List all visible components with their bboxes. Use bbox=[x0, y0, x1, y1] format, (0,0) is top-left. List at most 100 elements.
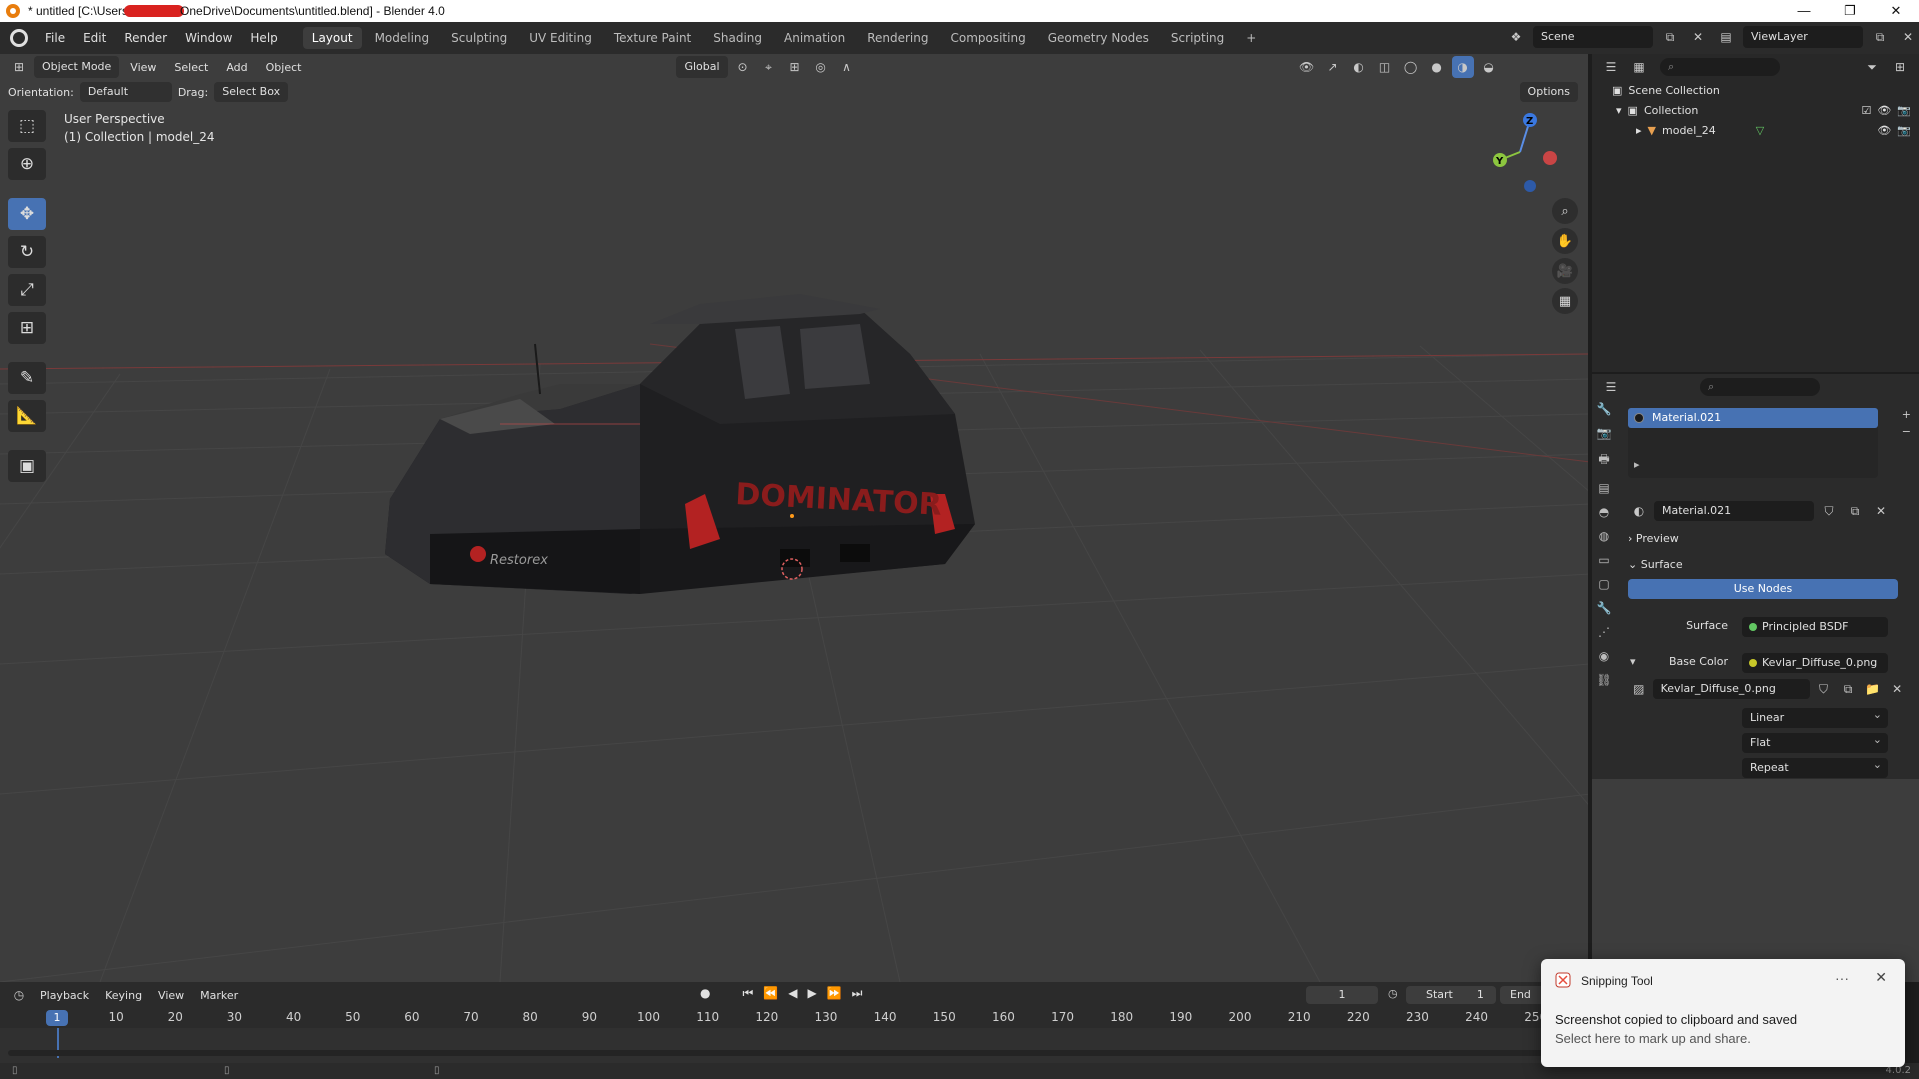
delete-viewlayer-icon[interactable]: ✕ bbox=[1897, 26, 1919, 48]
viewport-menu-object[interactable]: Object bbox=[259, 61, 309, 74]
overlay-toggle-icon[interactable]: ◐ bbox=[1348, 56, 1370, 78]
render-tab-icon[interactable]: 📷 bbox=[1597, 426, 1612, 440]
jump-end-icon[interactable]: ⏭ bbox=[852, 986, 863, 1001]
mesh-data-icon[interactable]: ▽ bbox=[1756, 124, 1764, 137]
outliner-row-scene-collection[interactable]: ▣ Scene Collection bbox=[1592, 80, 1919, 100]
scene-selector[interactable]: Scene bbox=[1533, 26, 1653, 48]
expand-arrow-icon[interactable]: ▸ bbox=[1634, 458, 1640, 471]
snap-icon[interactable]: ⌖ bbox=[758, 56, 780, 78]
filter-icon[interactable]: ⏷ bbox=[1861, 56, 1883, 78]
cursor-tool-icon[interactable]: ⊕ bbox=[8, 148, 46, 180]
outliner-row-collection[interactable]: ▾ ▣ Collection ☑ 👁 📷 bbox=[1592, 100, 1919, 120]
perspective-toggle-icon[interactable]: ▦ bbox=[1552, 288, 1578, 314]
blender-logo-icon[interactable] bbox=[10, 29, 28, 47]
delete-scene-icon[interactable]: ✕ bbox=[1687, 26, 1709, 48]
timeline-menu-keying[interactable]: Keying bbox=[99, 989, 148, 1002]
tab-shading[interactable]: Shading bbox=[704, 27, 771, 49]
wireframe-shading-icon[interactable]: ◯ bbox=[1400, 56, 1422, 78]
browse-material-icon[interactable]: ◐ bbox=[1628, 500, 1650, 522]
current-frame-indicator[interactable]: 1 bbox=[46, 1010, 68, 1026]
jump-start-icon[interactable]: ⏮ bbox=[742, 986, 753, 1001]
material-name-field[interactable]: Material.021 bbox=[1654, 501, 1814, 521]
close-notification-icon[interactable]: ✕ bbox=[1875, 969, 1887, 986]
image-open-folder-icon[interactable]: 📁 bbox=[1862, 678, 1884, 700]
eye-icon[interactable]: 👁 bbox=[1877, 124, 1891, 137]
tool-tab-icon[interactable]: 🔧 bbox=[1597, 402, 1612, 416]
close-window-button[interactable]: ✕ bbox=[1873, 0, 1919, 22]
image-unlink-icon[interactable]: ✕ bbox=[1886, 678, 1908, 700]
world-tab-icon[interactable]: ◍ bbox=[1599, 529, 1609, 543]
fake-user-icon[interactable]: ⛉ bbox=[1818, 500, 1840, 522]
remove-slot-icon[interactable]: − bbox=[1902, 425, 1911, 438]
frame-ruler[interactable]: 1 10 20 30 40 50 60 70 80 90 100 110 120 130 140 150 16… bbox=[0, 1010, 1590, 1028]
viewport-menu-add[interactable]: Add bbox=[219, 61, 254, 74]
current-frame-field[interactable]: 1 bbox=[1306, 986, 1378, 1004]
rendered-shading-icon[interactable]: ◒ bbox=[1478, 56, 1500, 78]
proportional-edit-icon[interactable]: ◎ bbox=[810, 56, 832, 78]
visibility-icon[interactable]: 👁 bbox=[1296, 56, 1318, 78]
tab-uv-editing[interactable]: UV Editing bbox=[520, 27, 601, 49]
next-keyframe-icon[interactable]: ⏩ bbox=[827, 986, 842, 1001]
menu-file[interactable]: File bbox=[36, 22, 74, 54]
tab-layout[interactable]: Layout bbox=[302, 27, 362, 49]
pivot-point-icon[interactable]: ⊙ bbox=[732, 56, 754, 78]
object-tab-icon[interactable]: ▢ bbox=[1598, 577, 1609, 591]
outliner-row-model[interactable]: ▸ ▼ model_24 ▽ 👁 📷 bbox=[1592, 120, 1919, 140]
snipping-tool-notification[interactable]: Snipping Tool ··· ✕ Screenshot copied to… bbox=[1541, 959, 1905, 1067]
camera-icon[interactable]: 📷 bbox=[1897, 104, 1911, 117]
drag-selector[interactable]: Select Box bbox=[214, 82, 289, 102]
tab-texture-paint[interactable]: Texture Paint bbox=[605, 27, 700, 49]
collapse-arrow-icon[interactable]: ▾ bbox=[1616, 104, 1622, 117]
add-workspace-button[interactable]: + bbox=[1237, 27, 1265, 49]
new-collection-icon[interactable]: ⊞ bbox=[1889, 56, 1911, 78]
unlink-material-icon[interactable]: ✕ bbox=[1870, 500, 1892, 522]
xray-toggle-icon[interactable]: ◫ bbox=[1374, 56, 1396, 78]
editor-type-icon[interactable]: ⊞ bbox=[8, 56, 30, 78]
tab-geometry-nodes[interactable]: Geometry Nodes bbox=[1039, 27, 1158, 49]
outliner-search-input[interactable]: ⌕ bbox=[1660, 58, 1780, 76]
tab-rendering[interactable]: Rendering bbox=[858, 27, 937, 49]
duplicate-material-icon[interactable]: ⧉ bbox=[1844, 500, 1866, 522]
interpolation-dropdown[interactable]: Linear bbox=[1742, 705, 1888, 728]
display-mode-icon[interactable]: ▦ bbox=[1628, 56, 1650, 78]
particles-tab-icon[interactable]: ⋰ bbox=[1598, 625, 1610, 639]
viewport-menu-select[interactable]: Select bbox=[167, 61, 215, 74]
material-slot-item[interactable]: Material.021 bbox=[1628, 408, 1878, 428]
rotate-tool-icon[interactable]: ↻ bbox=[8, 236, 46, 268]
camera-view-icon[interactable]: 🎥 bbox=[1552, 258, 1578, 284]
menu-render[interactable]: Render bbox=[115, 22, 176, 54]
image-browse-icon[interactable]: ▨ bbox=[1628, 678, 1650, 700]
timeline-track-area[interactable] bbox=[0, 1028, 1590, 1063]
tab-animation[interactable]: Animation bbox=[775, 27, 854, 49]
eye-icon[interactable]: 👁 bbox=[1877, 104, 1891, 117]
outliner-editor-icon[interactable]: ☰ bbox=[1600, 56, 1622, 78]
play-reverse-icon[interactable]: ◀ bbox=[788, 986, 797, 1001]
mode-selector[interactable]: Object Mode bbox=[34, 56, 120, 78]
tab-scripting[interactable]: Scripting bbox=[1162, 27, 1233, 49]
image-name-field[interactable]: Kevlar_Diffuse_0.png bbox=[1652, 679, 1810, 699]
projection-dropdown[interactable]: Flat bbox=[1742, 730, 1888, 753]
preview-range-icon[interactable]: ◷ bbox=[1388, 987, 1398, 1000]
output-tab-icon[interactable]: 🖶 bbox=[1598, 450, 1609, 471]
viewlayer-icon[interactable]: ▤ bbox=[1715, 26, 1737, 48]
start-frame-field[interactable]: Start 1 bbox=[1406, 986, 1496, 1004]
new-scene-icon[interactable]: ⧉ bbox=[1659, 26, 1681, 48]
scene-icon[interactable]: ❖ bbox=[1505, 26, 1527, 48]
preview-panel-header[interactable]: › Preview bbox=[1628, 528, 1908, 550]
image-fake-user-icon[interactable]: ⛉ bbox=[1813, 678, 1835, 700]
timeline-menu-playback[interactable]: Playback bbox=[34, 989, 95, 1002]
material-preview-icon[interactable]: ◑ bbox=[1451, 56, 1474, 78]
collection-tab-icon[interactable]: ▭ bbox=[1598, 553, 1609, 567]
minimize-button[interactable]: — bbox=[1781, 0, 1827, 22]
move-tool-icon[interactable]: ✥ bbox=[8, 198, 46, 230]
falloff-icon[interactable]: ∧ bbox=[836, 56, 858, 78]
orientation-selector[interactable]: Default bbox=[79, 82, 172, 102]
extension-dropdown[interactable]: Repeat bbox=[1742, 755, 1888, 778]
surface-panel-header[interactable]: ⌄ Surface bbox=[1628, 554, 1908, 576]
material-slot-list[interactable]: Material.021 ▸ bbox=[1628, 408, 1878, 478]
play-icon[interactable]: ▶ bbox=[807, 986, 816, 1001]
scale-tool-icon[interactable]: ⤢ bbox=[8, 274, 46, 306]
camera-icon[interactable]: 📷 bbox=[1897, 124, 1911, 137]
zoom-icon[interactable]: ⌕ bbox=[1552, 198, 1578, 224]
more-options-icon[interactable]: ··· bbox=[1835, 970, 1849, 986]
